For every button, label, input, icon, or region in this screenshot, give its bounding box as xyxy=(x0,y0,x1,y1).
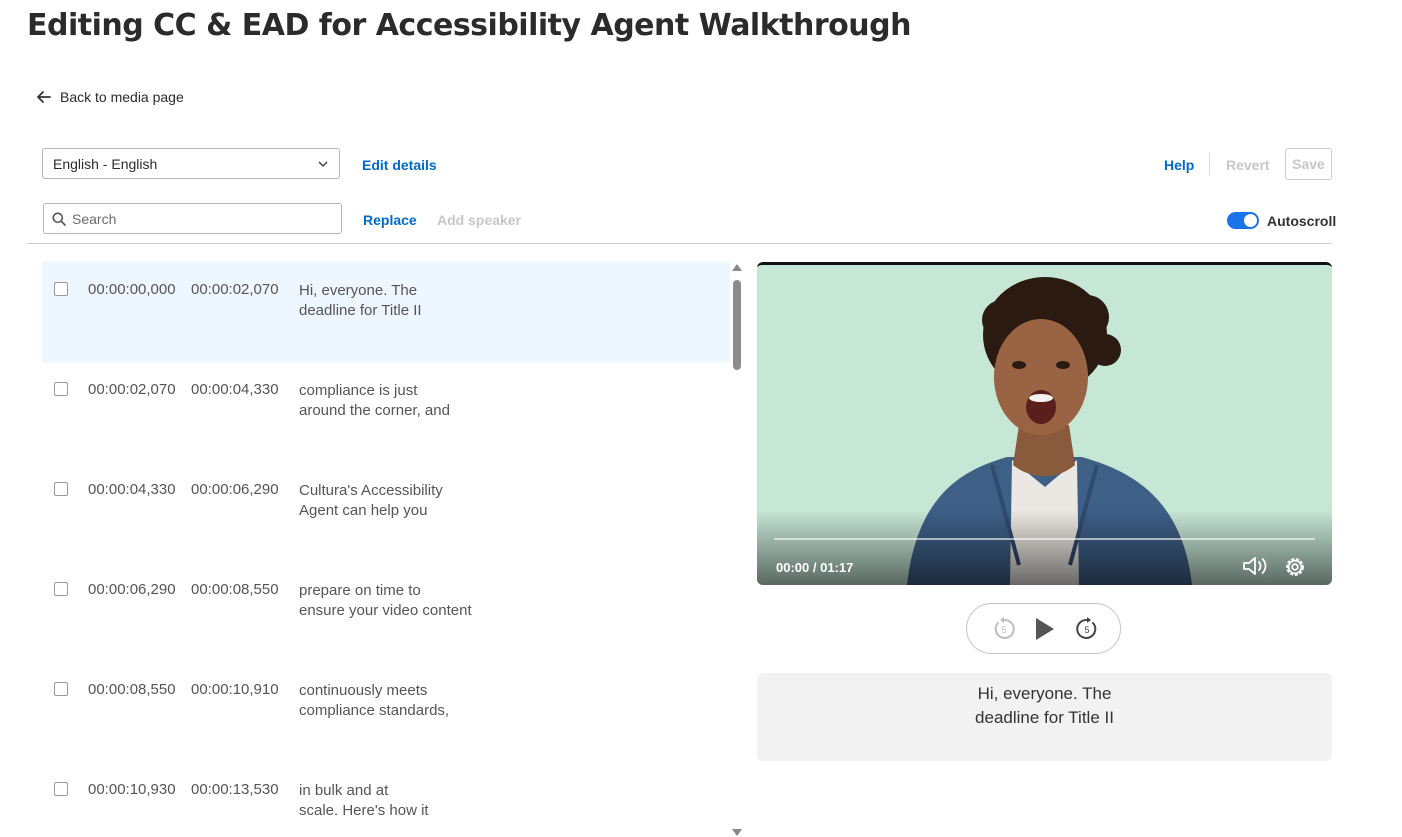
caption-checkbox[interactable] xyxy=(54,782,68,796)
caption-checkbox[interactable] xyxy=(54,582,68,596)
caption-text-line: around the corner, and xyxy=(299,402,450,419)
caption-end-time[interactable]: 00:00:06,290 xyxy=(191,481,279,498)
caption-checkbox[interactable] xyxy=(54,682,68,696)
caption-text-line: Agent can help you xyxy=(299,502,428,519)
chevron-down-icon xyxy=(318,160,328,167)
rewind-5-icon[interactable]: 5 xyxy=(991,616,1017,642)
language-selected-value: English - English xyxy=(53,155,158,172)
caption-text[interactable]: Hi, everyone. The deadline for Title II xyxy=(299,281,422,321)
caption-start-time[interactable]: 00:00:02,070 xyxy=(88,381,176,398)
help-link[interactable]: Help xyxy=(1164,157,1194,173)
toolbar-divider-line xyxy=(27,243,1332,244)
caption-text-line: ensure your video content xyxy=(299,602,472,619)
play-icon[interactable] xyxy=(1031,615,1057,643)
caption-text-line: deadline for Title II xyxy=(299,302,422,319)
caption-text[interactable]: compliance is just around the corner, an… xyxy=(299,381,450,421)
autoscroll-label: Autoscroll xyxy=(1267,213,1337,229)
caption-start-time[interactable]: 00:00:10,930 xyxy=(88,781,176,798)
settings-icon[interactable] xyxy=(1283,555,1307,579)
forward-5-icon[interactable]: 5 xyxy=(1074,616,1100,642)
caption-end-time[interactable]: 00:00:10,910 xyxy=(191,681,279,698)
caption-text-line: in bulk and at xyxy=(299,782,389,799)
caption-text[interactable]: in bulk and at scale. Here's how it xyxy=(299,781,429,821)
caption-text[interactable]: continuously meets compliance standards, xyxy=(299,681,449,721)
caption-text[interactable]: prepare on time to ensure your video con… xyxy=(299,581,472,621)
caption-start-time[interactable]: 00:00:08,550 xyxy=(88,681,176,698)
caption-row[interactable]: 00:00:08,550 00:00:10,910 continuously m… xyxy=(42,662,730,762)
autoscroll-toggle[interactable] xyxy=(1227,212,1259,229)
caption-preview-line: Hi, everyone. The xyxy=(977,684,1112,703)
forward-seconds-label: 5 xyxy=(1084,625,1089,635)
language-select[interactable]: English - English xyxy=(42,148,340,179)
caption-end-time[interactable]: 00:00:02,070 xyxy=(191,281,279,298)
caption-end-time[interactable]: 00:00:13,530 xyxy=(191,781,279,798)
seek-bar[interactable] xyxy=(774,538,1315,540)
caption-end-time[interactable]: 00:00:04,330 xyxy=(191,381,279,398)
add-speaker-link[interactable]: Add speaker xyxy=(437,212,521,228)
search-input[interactable] xyxy=(72,210,322,227)
playback-controls: 5 5 xyxy=(966,603,1121,654)
caption-row[interactable]: 00:00:06,290 00:00:08,550 prepare on tim… xyxy=(42,562,730,662)
caption-text-line: continuously meets xyxy=(299,682,428,699)
search-field[interactable] xyxy=(43,203,342,234)
scroll-down-arrow-icon[interactable] xyxy=(732,829,742,836)
replace-link[interactable]: Replace xyxy=(363,212,417,228)
caption-text[interactable]: Cultura's Accessibility Agent can help y… xyxy=(299,481,443,521)
caption-row[interactable]: 00:00:10,930 00:00:13,530 in bulk and at… xyxy=(42,762,730,837)
toolbar-divider xyxy=(1209,153,1210,175)
caption-preview: Hi, everyone. The deadline for Title II xyxy=(757,673,1332,761)
caption-checkbox[interactable] xyxy=(54,482,68,496)
scroll-up-arrow-icon[interactable] xyxy=(732,264,742,271)
scroll-thumb[interactable] xyxy=(733,280,741,370)
toggle-knob xyxy=(1244,214,1257,227)
caption-text-line: prepare on time to xyxy=(299,582,421,599)
caption-text-line: scale. Here's how it xyxy=(299,802,429,819)
volume-icon[interactable] xyxy=(1241,555,1271,577)
caption-start-time[interactable]: 00:00:04,330 xyxy=(88,481,176,498)
caption-row[interactable]: 00:00:04,330 00:00:06,290 Cultura's Acce… xyxy=(42,462,730,562)
caption-start-time[interactable]: 00:00:00,000 xyxy=(88,281,176,298)
caption-start-time[interactable]: 00:00:06,290 xyxy=(88,581,176,598)
caption-text-line: compliance is just xyxy=(299,382,418,399)
caption-checkbox[interactable] xyxy=(54,282,68,296)
search-icon xyxy=(52,212,66,226)
back-link-label: Back to media page xyxy=(60,89,184,105)
save-button[interactable]: Save xyxy=(1285,148,1332,180)
caption-end-time[interactable]: 00:00:08,550 xyxy=(191,581,279,598)
caption-text-line: Hi, everyone. The xyxy=(299,282,418,299)
rewind-seconds-label: 5 xyxy=(1001,625,1006,635)
caption-list-scrollbar[interactable] xyxy=(731,262,743,837)
revert-button[interactable]: Revert xyxy=(1226,157,1270,173)
caption-row[interactable]: 00:00:02,070 00:00:04,330 compliance is … xyxy=(42,362,730,462)
arrow-left-icon xyxy=(37,91,51,103)
caption-checkbox[interactable] xyxy=(54,382,68,396)
caption-row[interactable]: 00:00:00,000 00:00:02,070 Hi, everyone. … xyxy=(42,262,730,362)
edit-details-link[interactable]: Edit details xyxy=(362,157,437,173)
page-title: Editing CC & EAD for Accessibility Agent… xyxy=(27,8,911,43)
back-to-media-link[interactable]: Back to media page xyxy=(36,86,184,108)
time-display: 00:00 / 01:17 xyxy=(776,560,854,575)
caption-preview-line: deadline for Title II xyxy=(975,708,1114,727)
video-player[interactable]: 00:00 / 01:17 xyxy=(757,262,1332,585)
caption-text-line: Cultura's Accessibility xyxy=(299,482,443,499)
caption-list: 00:00:00,000 00:00:02,070 Hi, everyone. … xyxy=(42,262,730,837)
caption-text-line: compliance standards, xyxy=(299,702,450,719)
